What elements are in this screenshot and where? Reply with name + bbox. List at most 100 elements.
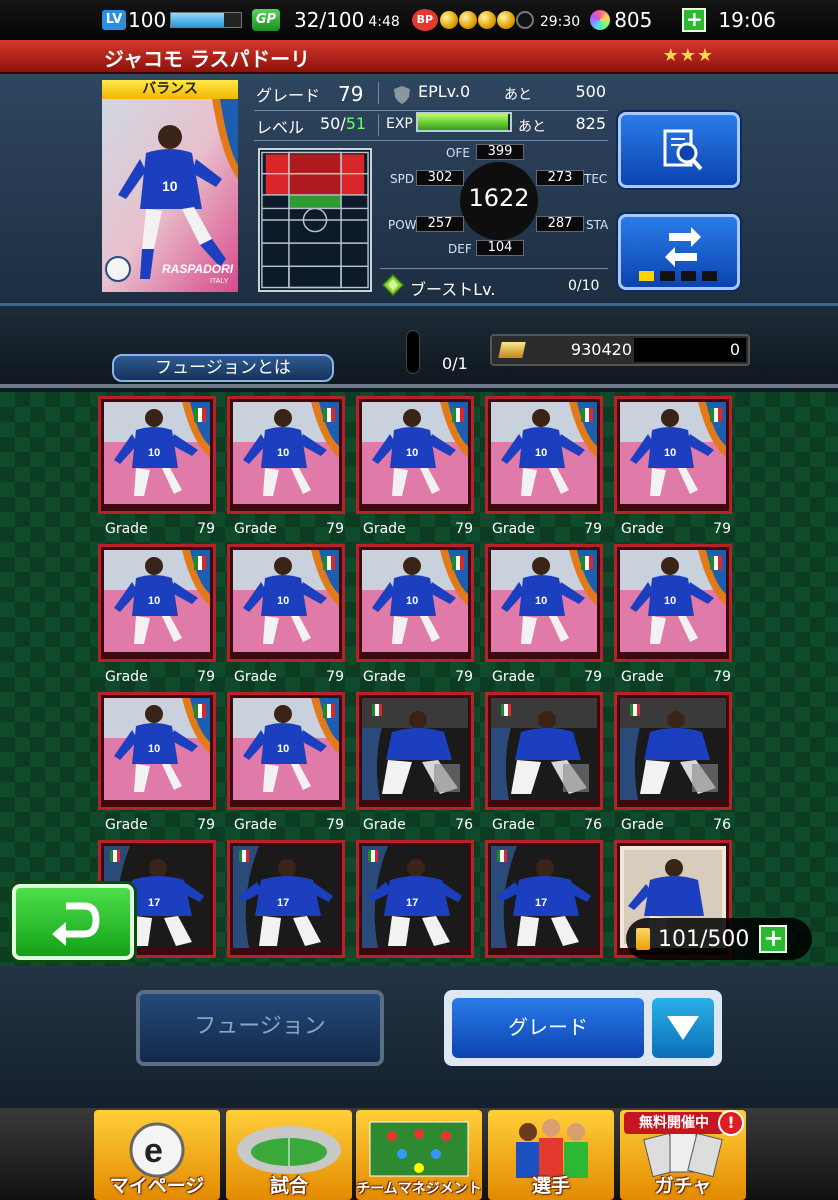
exp-bar-fill: [418, 114, 509, 130]
switch-view-button[interactable]: [618, 214, 740, 290]
nav-team-management[interactable]: チームマネジメント: [356, 1110, 482, 1200]
exp-bar: [416, 112, 512, 132]
material-card[interactable]: 17Grade76: [356, 840, 474, 966]
slot-count: 0/1: [442, 354, 468, 373]
material-card[interactable]: 17Grade76: [227, 840, 345, 966]
material-card-list[interactable]: 10 Grade 79 10 Grade 79 10 Grade 79 10 Grade 79 10 Gr…: [0, 392, 838, 966]
expand-capacity-button[interactable]: +: [759, 925, 788, 953]
player-level: 50/51: [320, 114, 366, 133]
material-card-image: 10: [104, 550, 210, 652]
material-card[interactable]: 10 Grade 79: [98, 396, 216, 537]
material-card-image: 10: [104, 698, 210, 800]
player-rarity-stars: ★★★: [662, 45, 714, 66]
grade-value: 79: [584, 669, 602, 685]
card-player-name: RASPADORI: [162, 262, 234, 276]
level-badge: LV: [102, 10, 126, 30]
back-button[interactable]: [12, 884, 134, 960]
level-label: レベル: [256, 118, 305, 137]
nav-mypage-label: マイページ: [109, 1175, 205, 1197]
bp-meter: [439, 11, 534, 29]
material-card[interactable]: 10 Grade 79: [614, 544, 732, 685]
grade-value: 79: [197, 817, 215, 833]
grade-label: Grade: [363, 521, 406, 537]
nav-players[interactable]: 選手: [488, 1110, 614, 1200]
svg-text:10: 10: [277, 743, 289, 755]
svg-text:10: 10: [406, 447, 418, 459]
sort-dropdown-button[interactable]: [652, 998, 714, 1058]
player-detail-button[interactable]: [618, 112, 740, 188]
svg-text:10: 10: [535, 595, 547, 607]
exp-label: EXP: [386, 116, 413, 132]
fusion-info-button[interactable]: フュージョンとは: [112, 354, 334, 382]
material-card-image: 10: [491, 402, 597, 504]
grade-value: 79: [713, 669, 731, 685]
player-card-image: 10 RASPADORI ITALY: [102, 99, 238, 292]
svg-text:10: 10: [148, 743, 160, 755]
material-card-grade: Grade 76: [361, 817, 475, 833]
fusion-button[interactable]: フュージョン: [136, 990, 384, 1066]
nav-match[interactable]: 試合: [226, 1110, 352, 1200]
buy-gems-button[interactable]: +: [682, 8, 707, 32]
grade-value: 79: [338, 82, 364, 106]
material-card-grade: Grade 79: [232, 669, 346, 685]
material-card-grade: Grade 79: [619, 669, 733, 685]
material-card-image: [362, 698, 468, 800]
nav-match-label: 試合: [269, 1175, 308, 1197]
material-card[interactable]: 10 Grade 79: [227, 692, 345, 833]
bp-point-filled: [496, 11, 515, 29]
material-card[interactable]: 10 Grade 79: [614, 396, 732, 537]
bp-point-filled: [477, 11, 496, 29]
svg-text:10: 10: [148, 447, 160, 459]
material-card[interactable]: 17Grade76: [485, 840, 603, 966]
material-card[interactable]: Grade 76: [356, 692, 474, 833]
fusion-screen: LV 100 GP 32/100 4:48 BP 29:30 805 + 19:…: [0, 0, 838, 1200]
fusion-cost: 0: [634, 338, 746, 362]
material-card-image: 10: [104, 402, 210, 504]
svg-text:10: 10: [162, 178, 178, 194]
material-card-image: 17: [491, 846, 597, 948]
bp-point-empty: [515, 11, 534, 29]
player-card[interactable]: バランス 10 RASPADORI ITALY: [102, 80, 238, 292]
spd-value: 302: [416, 170, 464, 186]
grade-label: Grade: [492, 817, 535, 833]
bp-point-filled: [458, 11, 477, 29]
grade-value: 79: [197, 669, 215, 685]
epl-level: EPLv.0: [418, 82, 471, 101]
overall-rating: 1622: [468, 184, 530, 212]
player-level-current: 50/: [320, 114, 346, 133]
material-card[interactable]: 10 Grade 79: [356, 544, 474, 685]
grade-label: Grade: [234, 669, 277, 685]
nav-players-label: 選手: [531, 1175, 570, 1197]
material-card[interactable]: 10 Grade 79: [98, 544, 216, 685]
card-country: ITALY: [210, 278, 229, 285]
grade-label: Grade: [105, 521, 148, 537]
material-card[interactable]: 10 Grade 79: [227, 544, 345, 685]
card-capacity-value: 101/500: [658, 926, 750, 952]
material-card-grade: Grade 79: [490, 521, 604, 537]
nav-mypage[interactable]: e マイページ: [94, 1110, 220, 1200]
card-capacity: 101/500 +: [626, 918, 812, 960]
material-card[interactable]: 10 Grade 79: [485, 544, 603, 685]
material-card[interactable]: Grade 76: [614, 692, 732, 833]
status-bar: LV 100 GP 32/100 4:48 BP 29:30 805 + 19:…: [0, 0, 838, 40]
grade-label: Grade: [105, 669, 148, 685]
material-card-grade: Grade 79: [361, 521, 475, 537]
svg-text:e: e: [144, 1132, 163, 1170]
material-card[interactable]: 10 Grade 79: [356, 396, 474, 537]
material-card-image: 10: [620, 402, 726, 504]
grade-label: Grade: [621, 521, 664, 537]
player-name-bar: ジャコモ ラスパドーリ ★★★: [0, 40, 838, 74]
svg-text:17: 17: [148, 897, 160, 909]
gem-icon: [590, 10, 611, 30]
sort-button[interactable]: グレード: [452, 998, 644, 1058]
sort-control: グレード: [444, 990, 722, 1066]
material-card[interactable]: 10 Grade 79: [98, 692, 216, 833]
material-card[interactable]: 10 Grade 79: [227, 396, 345, 537]
material-card[interactable]: Grade 76: [485, 692, 603, 833]
grade-label: Grade: [492, 669, 535, 685]
shield-icon: [394, 86, 410, 104]
nav-team-label: チームマネジメント: [356, 1181, 482, 1197]
grade-value: 76: [584, 817, 602, 833]
gp-icon: GP: [252, 9, 280, 31]
material-card[interactable]: 10 Grade 79: [485, 396, 603, 537]
